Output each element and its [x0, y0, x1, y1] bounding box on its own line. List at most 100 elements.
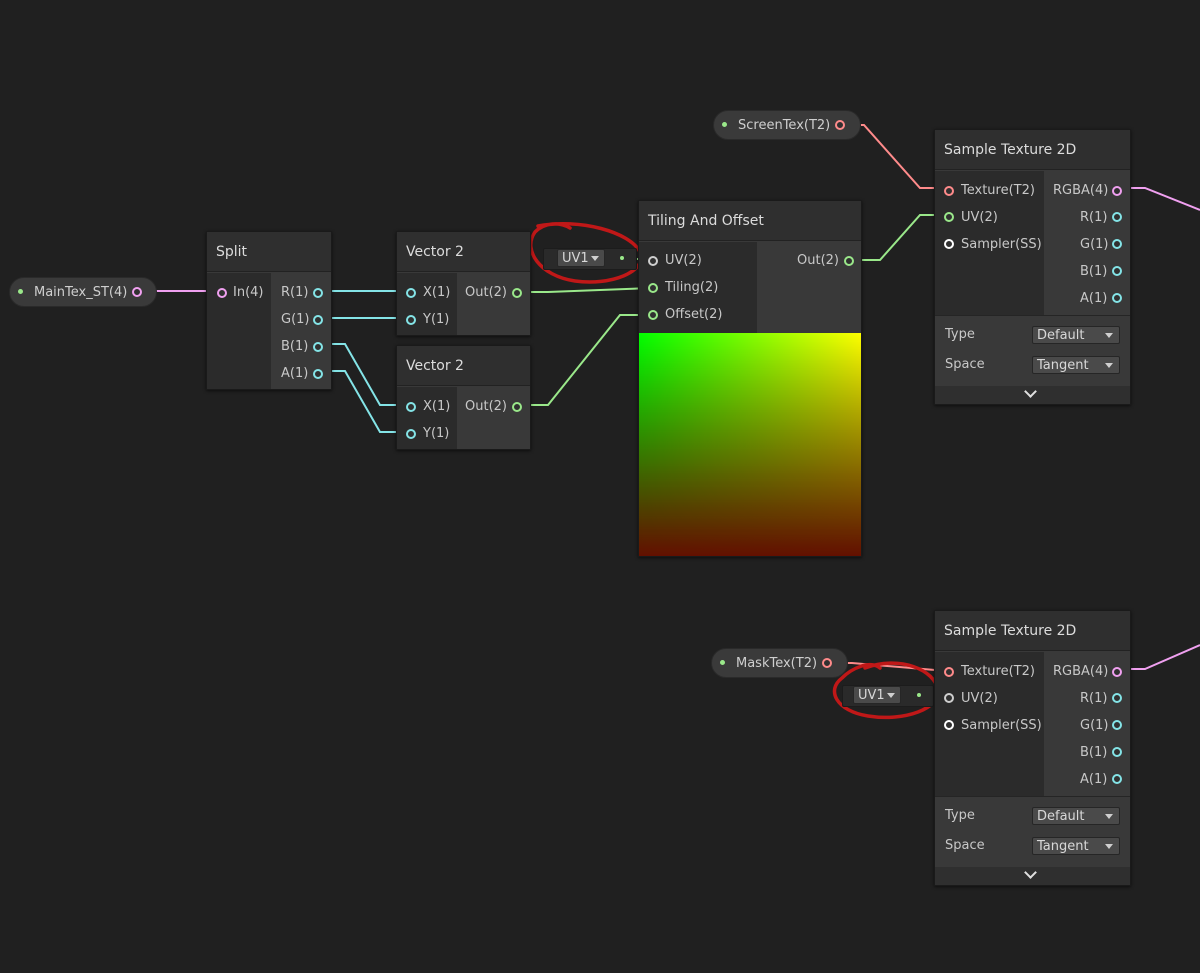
vector2-a-y-port-icon[interactable]: [406, 315, 416, 325]
sample-bottom-space-label: Space: [945, 838, 985, 853]
split-a-port-icon[interactable]: [313, 369, 323, 379]
vector2-node-b[interactable]: Vector 2 X(1) Y(1) Out(2): [396, 345, 531, 450]
sample-top-r-port-icon[interactable]: [1112, 212, 1122, 222]
tiling-uv-default-box[interactable]: UV1: [543, 248, 637, 270]
sample-top-b-label: B(1): [1080, 264, 1108, 279]
tiling-preview-red-overlay: [639, 333, 861, 556]
sample-bottom-b-label: B(1): [1080, 745, 1108, 760]
sample-top-rgba-port-icon[interactable]: [1112, 186, 1122, 196]
chevron-down-icon: [1024, 385, 1037, 398]
split-in-port-icon[interactable]: [217, 288, 227, 298]
tiling-uv-port-icon[interactable]: [648, 256, 658, 266]
vector2-b-x-label: X(1): [423, 399, 451, 414]
split-a-label: A(1): [281, 366, 309, 381]
sample-top-rgba-label: RGBA(4): [1053, 183, 1109, 198]
vector2-b-y-port-icon[interactable]: [406, 429, 416, 439]
tiling-offset-port-icon[interactable]: [648, 310, 658, 320]
sample-bottom-rgba-port-icon[interactable]: [1112, 667, 1122, 677]
sample-bottom-uv-dropdown[interactable]: UV1: [853, 686, 901, 704]
split-r-port-icon[interactable]: [313, 288, 323, 298]
tiling-title: Tiling And Offset: [639, 201, 861, 241]
sample-texture-node-top[interactable]: Sample Texture 2D Texture(T2) UV(2) Samp…: [934, 129, 1131, 405]
sample-bottom-type-dropdown[interactable]: Default: [1032, 807, 1120, 825]
tiling-uv-dropdown-value: UV1: [562, 251, 589, 266]
property-dot-icon: [722, 122, 727, 127]
sample-top-sampler-port-icon[interactable]: [944, 239, 954, 249]
masktex-out-port-icon[interactable]: [822, 658, 832, 668]
tiling-out-port-icon[interactable]: [844, 256, 854, 266]
sample-bottom-g-label: G(1): [1080, 718, 1109, 733]
chevron-down-icon: [1105, 844, 1113, 849]
sample-bottom-sampler-label: Sampler(SS): [961, 718, 1042, 733]
split-g-label: G(1): [281, 312, 310, 327]
sample-top-expand-bar[interactable]: [935, 385, 1130, 404]
maintex-out-port-icon[interactable]: [132, 287, 142, 297]
screentex-out-port-icon[interactable]: [835, 120, 845, 130]
vector2-b-out-label: Out(2): [465, 399, 507, 414]
sample-top-b-port-icon[interactable]: [1112, 266, 1122, 276]
split-node[interactable]: Split In(4) R(1) G(1) B(1) A(1): [206, 231, 332, 390]
vector2-a-output-area: [457, 273, 530, 335]
split-g-port-icon[interactable]: [313, 315, 323, 325]
split-r-label: R(1): [281, 285, 309, 300]
sample-bottom-r-port-icon[interactable]: [1112, 693, 1122, 703]
sample-top-g-port-icon[interactable]: [1112, 239, 1122, 249]
sample-bottom-uv-label: UV(2): [961, 691, 998, 706]
sample-bottom-rgba-label: RGBA(4): [1053, 664, 1109, 679]
vector2-a-title: Vector 2: [397, 232, 530, 272]
sample-top-space-dropdown[interactable]: Tangent: [1032, 356, 1120, 374]
sample-bottom-expand-bar[interactable]: [935, 866, 1130, 885]
chevron-down-icon: [1105, 333, 1113, 338]
masktex-property-node[interactable]: MaskTex(T2): [711, 648, 848, 678]
split-title: Split: [207, 232, 331, 272]
sample-bottom-sampler-port-icon[interactable]: [944, 720, 954, 730]
chevron-down-icon: [1105, 363, 1113, 368]
sample-bottom-b-port-icon[interactable]: [1112, 747, 1122, 757]
sample-bottom-a-label: A(1): [1080, 772, 1108, 787]
split-in-label: In(4): [233, 285, 264, 300]
screentex-property-node[interactable]: ScreenTex(T2): [713, 110, 861, 140]
tiling-offset-node[interactable]: Tiling And Offset UV(2) Tiling(2) Offset…: [638, 200, 862, 557]
sample-top-r-label: R(1): [1080, 210, 1108, 225]
tiling-uv-default-dot-icon: [620, 256, 624, 260]
vector2-b-y-label: Y(1): [423, 426, 450, 441]
sample-bottom-uv-port-icon[interactable]: [944, 693, 954, 703]
sample-top-type-dropdown[interactable]: Default: [1032, 326, 1120, 344]
sample-top-type-label: Type: [945, 327, 975, 342]
sample-top-texture-label: Texture(T2): [961, 183, 1035, 198]
tiling-uv-dropdown[interactable]: UV1: [557, 249, 605, 267]
vector2-node-a[interactable]: Vector 2 X(1) Y(1) Out(2): [396, 231, 531, 336]
sample-bottom-r-label: R(1): [1080, 691, 1108, 706]
sample-bottom-texture-port-icon[interactable]: [944, 667, 954, 677]
vector2-b-output-area: [457, 387, 530, 449]
sample-top-type-value: Default: [1037, 328, 1085, 343]
split-b-port-icon[interactable]: [313, 342, 323, 352]
vector2-a-out-label: Out(2): [465, 285, 507, 300]
tiling-tiling-port-icon[interactable]: [648, 283, 658, 293]
sample-top-uv-label: UV(2): [961, 210, 998, 225]
sample-top-title: Sample Texture 2D: [935, 130, 1130, 170]
sample-top-texture-port-icon[interactable]: [944, 186, 954, 196]
sample-top-a-label: A(1): [1080, 291, 1108, 306]
sample-bottom-texture-label: Texture(T2): [961, 664, 1035, 679]
sample-top-g-label: G(1): [1080, 237, 1109, 252]
wire-vec2b-offset: [516, 314, 652, 406]
vector2-a-out-port-icon[interactable]: [512, 288, 522, 298]
vector2-a-x-port-icon[interactable]: [406, 288, 416, 298]
tiling-tiling-label: Tiling(2): [665, 280, 719, 295]
vector2-b-out-port-icon[interactable]: [512, 402, 522, 412]
sample-bottom-title: Sample Texture 2D: [935, 611, 1130, 651]
sample-top-uv-port-icon[interactable]: [944, 212, 954, 222]
sample-top-a-port-icon[interactable]: [1112, 293, 1122, 303]
tiling-offset-label: Offset(2): [665, 307, 723, 322]
sample-bottom-uv-default-box[interactable]: UV1: [842, 685, 934, 707]
vector2-b-title: Vector 2: [397, 346, 530, 386]
sample-texture-node-bottom[interactable]: Sample Texture 2D Texture(T2) UV(2) Samp…: [934, 610, 1131, 886]
sample-bottom-a-port-icon[interactable]: [1112, 774, 1122, 784]
chevron-down-icon: [1024, 866, 1037, 879]
sample-bottom-space-dropdown[interactable]: Tangent: [1032, 837, 1120, 855]
maintex-property-node[interactable]: MainTex_ST(4): [9, 277, 157, 307]
sample-bottom-type-value: Default: [1037, 809, 1085, 824]
vector2-b-x-port-icon[interactable]: [406, 402, 416, 412]
sample-bottom-g-port-icon[interactable]: [1112, 720, 1122, 730]
